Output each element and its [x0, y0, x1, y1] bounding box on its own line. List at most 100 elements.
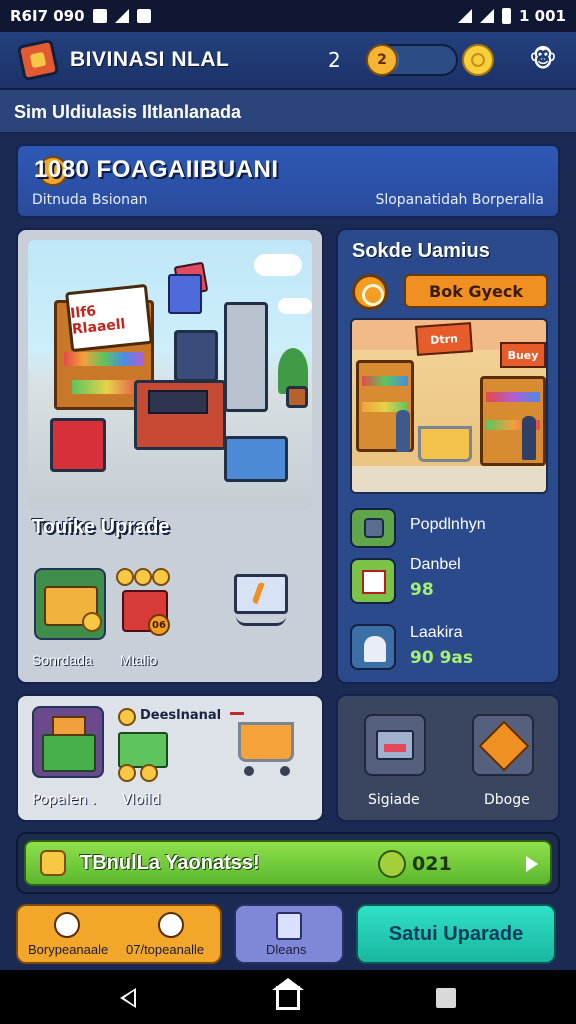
shop-upgrade-panel: Ilf6 Rlaaell Touike Uprade Sonrdada 06 M… — [16, 228, 324, 684]
upgrade-label: Sonrdada — [32, 652, 93, 668]
profile-avatar[interactable]: 🐵 — [526, 42, 560, 76]
tool-card-printer[interactable] — [364, 714, 426, 776]
coin-icon — [471, 53, 485, 67]
monitor-stand — [236, 616, 286, 626]
tool-label: Sigiade — [368, 792, 420, 808]
stock-coin-icon — [352, 274, 388, 310]
stock-check-button[interactable]: Bok Gyeck — [404, 274, 548, 308]
stat-name: Laakira — [410, 624, 463, 641]
coin-icon — [116, 568, 134, 586]
store-floor — [352, 466, 546, 492]
quest-count: 021 — [412, 853, 452, 875]
cash-register — [148, 390, 208, 414]
monitor-upgrade-icon[interactable] — [234, 574, 288, 614]
app-title: BIVINASI NLAL — [70, 48, 230, 71]
vending-machine — [224, 302, 268, 412]
building-icon — [364, 636, 386, 662]
level-number: 2 — [328, 48, 341, 72]
back-icon-inner — [124, 991, 134, 1005]
tool-label: Dboge — [484, 792, 530, 808]
population-icon — [350, 508, 396, 548]
coin-icon — [134, 568, 152, 586]
item-label: Vloild — [122, 792, 161, 808]
shopping-cart-icon — [418, 426, 472, 462]
xp-badge[interactable]: 2 — [366, 44, 398, 76]
dual-action-button[interactable]: Borypeanaale 07/topeanalle — [16, 904, 222, 964]
coin-icon — [152, 568, 170, 586]
quest-star-icon — [40, 850, 66, 876]
quest-button[interactable]: TBnulLa Yaonatss! 021 — [24, 840, 552, 886]
start-upgrade-button[interactable]: Satui Uparade — [356, 904, 556, 964]
stock-panel-title: Sokde Uamius — [352, 240, 490, 262]
status-clock: 1 001 — [519, 7, 566, 25]
cell-signal-icon — [480, 9, 495, 23]
plant-pot — [286, 386, 308, 408]
blue-crate — [224, 436, 288, 482]
subheader-text: Sim Uldiulasis Iltlanlanada — [14, 102, 242, 122]
shop-scene-image: Ilf6 Rlaaell — [28, 240, 312, 510]
home-icon[interactable] — [276, 986, 300, 1010]
stat-name: Danbel — [410, 556, 461, 573]
item-label: Popalen . — [32, 792, 97, 808]
banner-title: 1080 FOAGAIIBUANI — [34, 156, 279, 183]
app-logo — [16, 38, 60, 82]
graph-icon — [362, 570, 386, 594]
heart-icon — [54, 912, 80, 938]
shelf-goods — [486, 392, 540, 402]
crate-icon — [364, 518, 384, 538]
upgrade-card-stall[interactable] — [34, 568, 106, 640]
info-banner[interactable]: 1080 FOAGAIIBUANI Ditnuda Bsionan Slopan… — [16, 144, 560, 218]
coin-button[interactable] — [462, 44, 494, 76]
shelf-goods — [64, 352, 144, 366]
cart-wheel — [280, 766, 290, 776]
wifi-icon — [458, 9, 473, 23]
upgrade-card-cart[interactable]: 06 — [116, 568, 186, 640]
poster-board — [168, 274, 202, 314]
items-panel: Popalen . Deeslnanal Vloild — [16, 694, 324, 822]
quest-coin-icon — [378, 850, 406, 878]
package-icon — [478, 720, 530, 772]
coin-icon — [140, 764, 158, 782]
item-card-crate[interactable] — [32, 706, 104, 778]
shelf-goods — [72, 380, 142, 394]
produce-basket-icon[interactable] — [118, 732, 168, 768]
store-sign-right: Buey — [500, 342, 546, 368]
coin-icon — [118, 764, 136, 782]
store-interior-image: Dtrn Buey — [350, 318, 548, 494]
cost-badge: 06 — [148, 614, 170, 636]
app-notification-icon — [136, 9, 151, 23]
tool-icon — [158, 912, 184, 938]
start-upgrade-label: Satui Uparade — [388, 922, 524, 945]
action-label: Borypeanaale — [28, 942, 109, 957]
subheader-bar: Sim Uldiulasis Iltlanlanada — [0, 90, 576, 134]
green-bin-icon — [42, 734, 96, 772]
coin-icon — [118, 708, 136, 726]
chart-icon — [350, 558, 396, 604]
recent-apps-icon[interactable] — [436, 988, 456, 1008]
shop-upgrade-title: Touike Uprade — [32, 516, 170, 538]
stat-value: 90 9as — [410, 648, 473, 668]
cart-wheel — [244, 766, 254, 776]
app-header: BIVINASI NLAL 2 2 🐵 — [0, 32, 576, 90]
store-sign-left: Dtrn — [415, 322, 473, 356]
status-bar: R6I7 090 1 001 — [0, 0, 576, 32]
shop-stall-sign: Ilf6 Rlaaell — [65, 283, 153, 353]
deals-button[interactable]: Dleans — [234, 904, 344, 964]
stat-name: Popdlnhyn — [410, 516, 486, 533]
stock-panel: Sokde Uamius Bok Gyeck Dtrn Buey Popdlnh… — [336, 228, 560, 684]
items-header-label: Deeslnanal — [140, 708, 222, 723]
factory-icon — [350, 624, 396, 670]
box-icon — [52, 716, 86, 736]
tool-card-box[interactable] — [472, 714, 534, 776]
document-icon — [276, 912, 302, 940]
cloud-icon — [278, 298, 312, 314]
stat-value: 98 — [410, 580, 434, 600]
play-arrow-icon[interactable] — [526, 856, 538, 872]
quest-bar[interactable]: TBnulLa Yaonatss! 021 — [16, 832, 560, 894]
cart-handle — [230, 712, 244, 715]
banner-subtitle-left: Ditnuda Bsionan — [32, 192, 148, 208]
notification-icon — [92, 9, 107, 23]
upgrade-label: Mtalio — [120, 652, 158, 668]
clerk-figure — [522, 416, 536, 460]
shopping-cart-icon[interactable] — [238, 722, 294, 762]
